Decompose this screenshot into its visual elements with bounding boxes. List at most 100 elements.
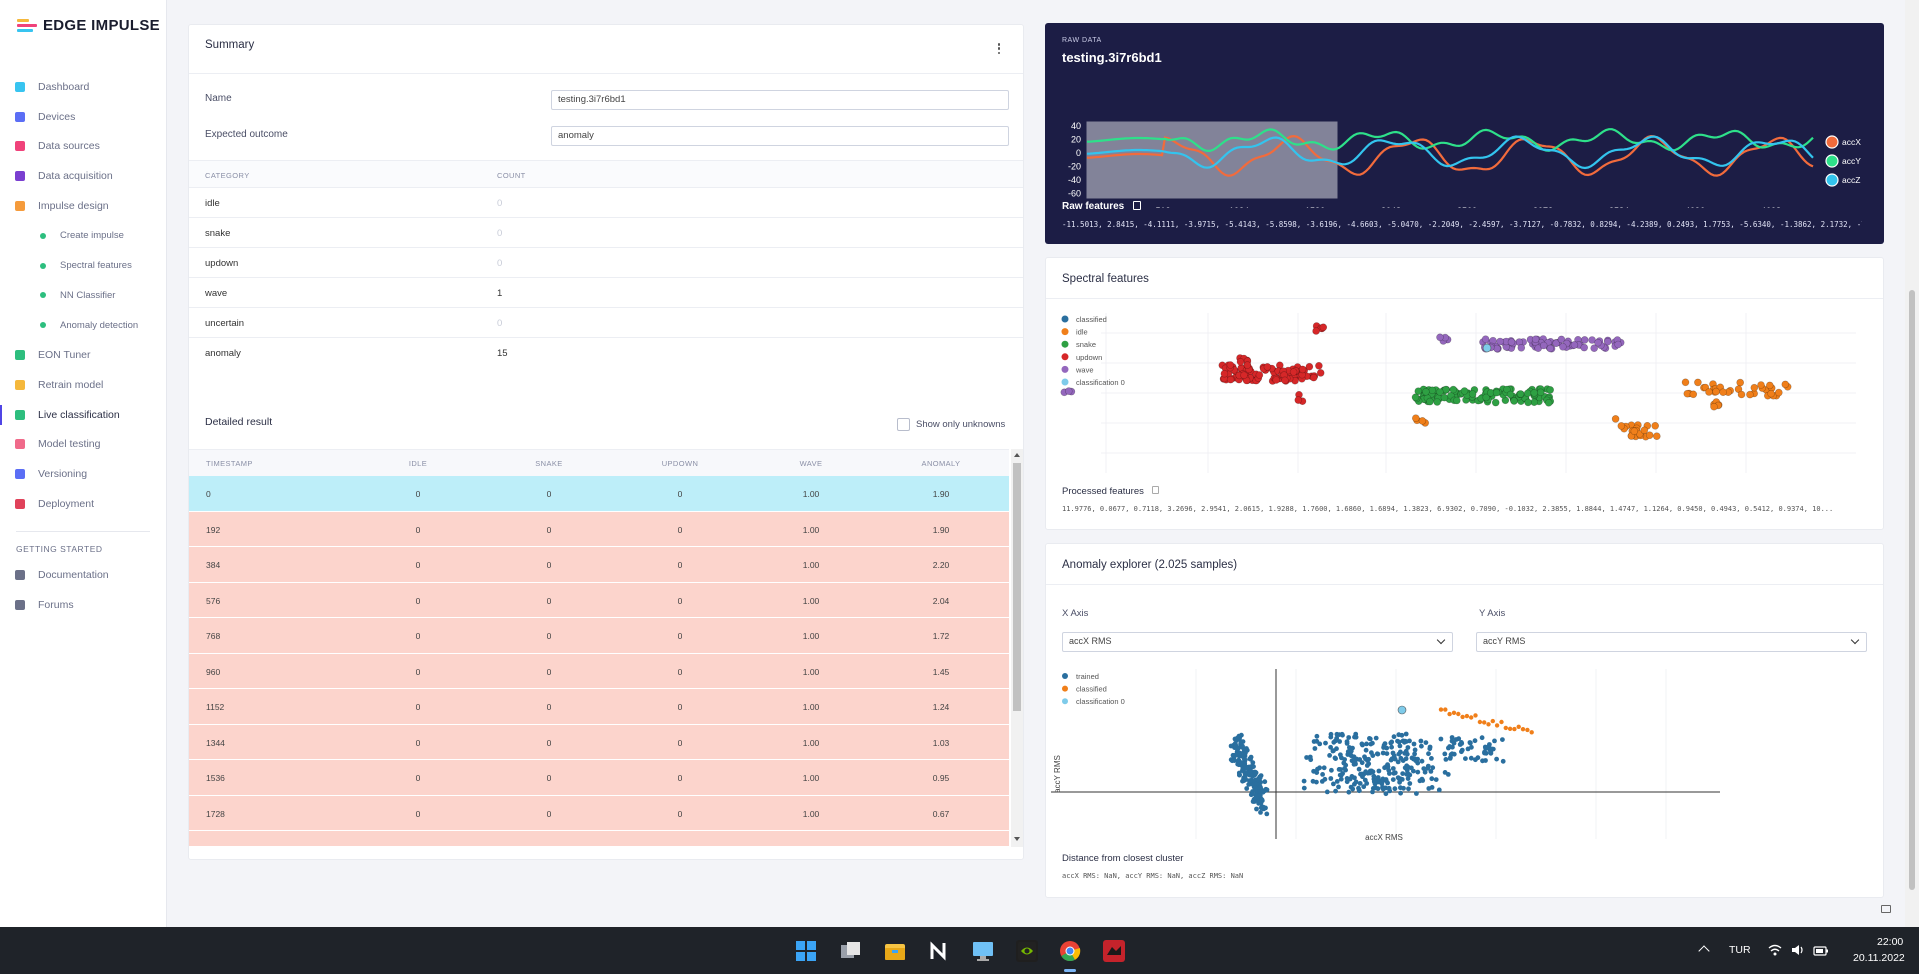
scroll-down-icon[interactable] (1014, 837, 1020, 841)
sidebar-item-create-impulse[interactable]: Create impulse (0, 221, 166, 251)
feedback-icon[interactable] (1881, 905, 1891, 913)
sidebar-item-data-acquisition[interactable]: Data acquisition (0, 161, 166, 191)
sidebar-item-devices[interactable]: Devices (0, 102, 166, 132)
column-header[interactable]: TIMESTAMP (206, 459, 253, 468)
classification-point[interactable] (1482, 343, 1492, 353)
column-header[interactable]: ANOMALY (922, 459, 961, 468)
copy-icon[interactable] (1151, 486, 1159, 494)
selection-window[interactable] (1086, 121, 1338, 199)
table-row[interactable]: 1152 0 0 0 1.00 1.24 (189, 689, 1009, 724)
copy-icon[interactable] (1133, 201, 1142, 210)
column-header[interactable]: IDLE (409, 459, 427, 468)
legend-marker[interactable] (1062, 698, 1068, 705)
name-field[interactable]: testing.3i7r6bd1 (551, 90, 1009, 110)
anomaly-scatter-plot[interactable]: trained classified classification 0 accY RM… (1046, 664, 1885, 844)
sidebar-item-eon-tuner[interactable]: EON Tuner (0, 340, 166, 370)
sidebar-item-model-testing[interactable]: Model testing (0, 430, 166, 460)
spectral-features-plot[interactable]: classified idle snake updown wave classificat… (1046, 308, 1885, 478)
sidebar-item-spectral-features[interactable]: Spectral features (0, 251, 166, 281)
legend-marker[interactable] (1825, 154, 1839, 168)
language-indicator[interactable]: TUR (1729, 944, 1751, 956)
show-hidden-icons-icon[interactable] (1698, 945, 1710, 957)
file-explorer-icon[interactable] (884, 940, 906, 962)
legend-marker[interactable] (1825, 135, 1839, 149)
task-view-icon[interactable] (840, 940, 862, 962)
scrollbar-thumb[interactable] (1013, 463, 1021, 711)
legend-marker[interactable] (1061, 378, 1069, 386)
sidebar-item-impulse-design[interactable]: Impulse design (0, 191, 166, 221)
clock-time[interactable]: 22:00 (1877, 936, 1903, 948)
legend-marker[interactable] (1062, 673, 1068, 679)
table-cell: 192 (206, 524, 221, 535)
app-icon[interactable] (1103, 940, 1125, 962)
column-header[interactable]: WAVE (800, 459, 823, 468)
table-row[interactable]: 576 0 0 0 1.00 2.04 (189, 582, 1009, 617)
legend-marker[interactable] (1061, 340, 1069, 348)
table-row[interactable]: 1536 0 0 0 1.00 0.95 (189, 760, 1009, 795)
sidebar-item-nn-classifier[interactable]: NN Classifier (0, 281, 166, 311)
data-point (1344, 779, 1350, 785)
chrome-icon[interactable] (1059, 940, 1081, 962)
table-cell: 1.00 (802, 595, 820, 606)
table-row[interactable]: 0 0 0 0 1.00 1.90 (189, 476, 1009, 511)
table-row[interactable]: 960 0 0 0 1.00 1.45 (189, 653, 1009, 688)
table-cell: 0 (415, 524, 421, 535)
legend-marker[interactable] (1061, 315, 1069, 323)
sidebar-link-documentation[interactable]: Documentation (0, 560, 166, 590)
table-scrollbar[interactable] (1011, 449, 1023, 847)
table-row[interactable]: 1728 0 0 0 1.00 0.67 (189, 795, 1009, 830)
remote-desktop-icon[interactable] (972, 940, 994, 962)
legend-marker[interactable] (1061, 365, 1069, 373)
legend-marker[interactable] (1061, 353, 1069, 361)
sidebar-item-dashboard[interactable]: Dashboard (0, 72, 166, 102)
sidebar-item-live-classification[interactable]: Live classification (0, 400, 166, 430)
x-axis-label: X Axis (1062, 608, 1089, 619)
data-point (1389, 739, 1395, 745)
clock-date[interactable]: 20.11.2022 (1853, 952, 1905, 964)
table-row[interactable]: 384 0 0 0 1.00 2.20 (189, 547, 1009, 582)
data-point (1452, 396, 1461, 405)
sidebar-item-data-sources[interactable]: Data sources (0, 132, 166, 162)
sidebar-item-anomaly-detection[interactable]: Anomaly detection (0, 310, 166, 340)
table-row[interactable]: 1920 0 0 0 1.00 0.73 (189, 831, 1009, 846)
x-axis-select[interactable]: accX RMS (1062, 632, 1453, 652)
sidebar-item-deployment[interactable]: Deployment (0, 489, 166, 519)
data-point (1694, 378, 1702, 387)
data-point (1446, 745, 1451, 751)
start-icon[interactable] (795, 940, 817, 962)
y-axis-select[interactable]: accY RMS (1476, 632, 1867, 652)
kebab-menu-icon[interactable] (997, 43, 1001, 54)
notion-icon[interactable] (928, 940, 950, 962)
sidebar-item-retrain-model[interactable]: Retrain model (0, 370, 166, 400)
page-scrollbar[interactable] (1905, 0, 1919, 927)
raw-data-chart[interactable]: 40200-20-40-6005121024153620482560307235… (1045, 58, 1884, 208)
table-row[interactable]: 768 0 0 0 1.00 1.72 (189, 618, 1009, 653)
classification-point[interactable] (1397, 705, 1407, 715)
legend-marker[interactable] (1061, 328, 1069, 336)
data-point (1390, 750, 1396, 756)
column-header[interactable]: SNAKE (535, 459, 562, 468)
data-point (1486, 722, 1491, 727)
battery-icon[interactable] (1813, 944, 1829, 956)
sidebar-link-forums[interactable]: Forums (0, 590, 166, 620)
page-scrollbar-thumb[interactable] (1909, 290, 1915, 890)
scroll-up-icon[interactable] (1014, 453, 1020, 457)
wifi-icon[interactable] (1768, 943, 1782, 957)
nvidia-icon[interactable] (1016, 940, 1038, 962)
table-row[interactable]: 192 0 0 0 1.00 1.90 (189, 511, 1009, 546)
table-row[interactable]: 1344 0 0 0 1.00 1.03 (189, 724, 1009, 759)
legend-marker[interactable] (1825, 173, 1839, 187)
table-cell: 0 (206, 489, 211, 499)
column-header[interactable]: UPDOWN (662, 459, 699, 468)
sidebar-item-versioning[interactable]: Versioning (0, 459, 166, 489)
legend-marker[interactable] (1062, 685, 1068, 692)
data-point (1233, 743, 1239, 748)
volume-icon[interactable] (1791, 943, 1805, 957)
table-row: uncertain 0 (189, 307, 1023, 336)
expected-outcome-field[interactable]: anomaly (551, 126, 1009, 146)
table-cell: 1344 (206, 737, 225, 748)
logo[interactable]: EDGE IMPULSE (17, 17, 160, 34)
data-point (1426, 751, 1431, 757)
show-only-unknowns-checkbox[interactable] (897, 418, 910, 431)
data-point (1736, 378, 1745, 387)
